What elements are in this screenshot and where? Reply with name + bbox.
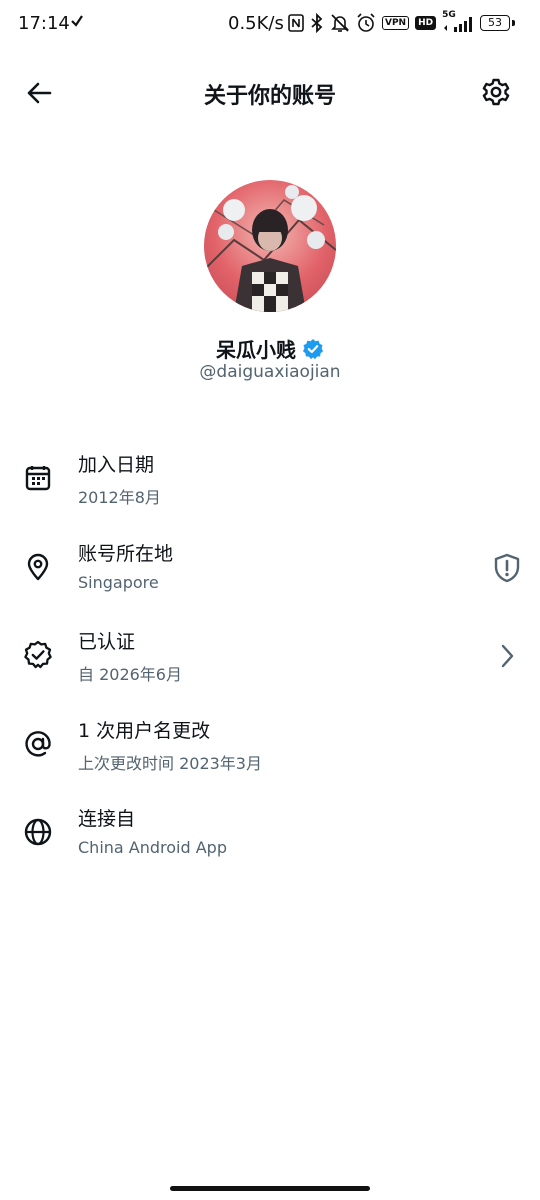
- hd-badge: HD: [415, 16, 437, 30]
- avatar-image: [204, 180, 336, 312]
- row-value: 上次更改时间 2023年3月: [78, 753, 262, 773]
- row-label: 1 次用户名更改: [78, 719, 211, 742]
- gear-icon: [482, 78, 510, 106]
- alarm-icon: [357, 13, 375, 32]
- user-handle: @daiguaxiaojian: [199, 362, 341, 382]
- bluetooth-icon: [311, 13, 323, 33]
- row-icon-wrap: [22, 639, 54, 671]
- location-info-button[interactable]: [490, 551, 524, 585]
- top-app-bar: 关于你的账号: [0, 60, 540, 124]
- display-name: 呆瓜小贱: [216, 338, 296, 362]
- network-speed: 0.5K/s: [228, 13, 284, 34]
- verified-details-button[interactable]: [490, 639, 524, 673]
- row-value: 自 2026年6月: [78, 665, 182, 684]
- row-label: 账号所在地: [78, 542, 174, 565]
- row-value: Singapore: [78, 572, 159, 592]
- settings-button[interactable]: [478, 74, 514, 110]
- signal-indicator: 5G: [442, 10, 476, 33]
- info-row-username-changes: 1 次用户名更改 上次更改时间 2023年3月: [0, 706, 540, 795]
- status-time: 17:14: [18, 13, 70, 34]
- info-row-verified[interactable]: 已认证 自 2026年6月: [0, 617, 540, 706]
- bell-muted-icon: [331, 14, 349, 32]
- vpn-badge: VPN: [382, 16, 410, 30]
- status-icons: VPN HD 5G: [288, 10, 476, 34]
- info-row-join-date: 加入日期 2012年8月: [0, 440, 540, 529]
- battery-tip: [512, 20, 515, 26]
- page-title: 关于你的账号: [203, 84, 336, 109]
- row-value: 2012年8月: [78, 488, 161, 507]
- info-row-connected-via: 连接自 China Android App: [0, 794, 540, 883]
- home-indicator[interactable]: [170, 1186, 370, 1191]
- verified-badge-icon: [24, 640, 52, 669]
- row-icon-wrap: [22, 728, 54, 760]
- account-info-list: 加入日期 2012年8月 账号所在地 Singapore 已认证 自 2026年…: [0, 440, 540, 883]
- signal-bars-icon: [444, 17, 473, 32]
- row-icon-wrap: [22, 551, 54, 583]
- status-bar: 17:14 0.5K/s VPN HD 5G 53: [0, 0, 540, 48]
- location-pin-icon: [27, 553, 49, 580]
- globe-icon: [24, 818, 52, 846]
- chevron-right-icon: [501, 644, 514, 668]
- avatar[interactable]: [204, 180, 336, 312]
- row-icon-wrap: [22, 816, 54, 848]
- calendar-icon: [25, 466, 51, 491]
- at-sign-icon: [25, 730, 51, 757]
- display-name-row: 呆瓜小贱: [0, 334, 540, 363]
- row-label: 连接自: [78, 808, 136, 830]
- nfc-icon: [288, 14, 304, 32]
- battery-indicator: 53: [480, 15, 510, 31]
- row-value: China Android App: [78, 838, 227, 857]
- info-row-account-location: 账号所在地 Singapore: [0, 529, 540, 618]
- verified-check-icon: [303, 338, 323, 359]
- row-label: 已认证: [78, 631, 136, 653]
- row-label: 加入日期: [78, 454, 155, 476]
- shield-alert-icon: [494, 553, 520, 582]
- row-icon-wrap: [22, 462, 54, 494]
- battery-level: 53: [488, 16, 502, 29]
- mute-indicator-icon: [71, 15, 83, 27]
